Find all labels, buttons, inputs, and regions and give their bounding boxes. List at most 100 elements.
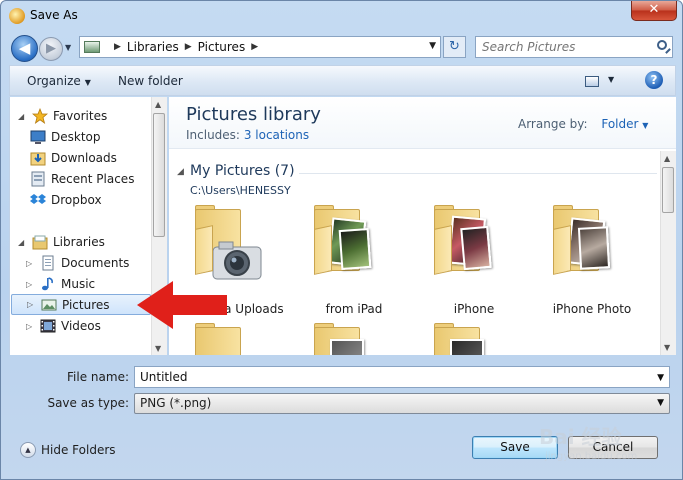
collapse-icon[interactable]: ◢ xyxy=(18,238,28,247)
folder-icon[interactable] xyxy=(434,323,504,355)
collapse-icon[interactable]: ◢ xyxy=(18,112,28,121)
refresh-button[interactable]: ↻ xyxy=(443,36,466,58)
scroll-up-icon[interactable]: ▲ xyxy=(155,100,161,109)
chevron-down-icon: ▼ xyxy=(642,121,649,130)
videos-icon xyxy=(40,319,56,333)
file-name-dropdown-icon[interactable]: ▼ xyxy=(657,368,664,388)
change-view-icon[interactable] xyxy=(585,76,599,87)
sidebar-item-libraries[interactable]: ◢ Libraries xyxy=(10,232,152,252)
scroll-up-icon[interactable]: ▲ xyxy=(664,154,670,163)
navigation-scrollbar-thumb[interactable] xyxy=(153,113,165,237)
hide-folders-icon[interactable]: ▲ xyxy=(20,442,36,458)
dropbox-icon xyxy=(30,194,46,204)
folder-back xyxy=(195,327,241,355)
expand-icon[interactable]: ▷ xyxy=(26,322,36,331)
recent-pages-dropdown-icon[interactable]: ▼ xyxy=(65,43,71,52)
file-name-input[interactable] xyxy=(140,370,640,384)
forward-button[interactable]: ▶ xyxy=(39,37,63,61)
sidebar-item-label: Dropbox xyxy=(51,193,102,207)
breadcrumb-libraries[interactable]: Libraries xyxy=(127,40,179,54)
red-pointer-arrow-icon xyxy=(137,281,227,329)
folder-front xyxy=(314,225,332,275)
save-as-dialog: Save As ✕ ◀ ▶ ▼ ▶ Libraries ▶ Pictures ▶… xyxy=(0,0,683,480)
photo-thumbnail xyxy=(577,226,611,270)
folder-icon[interactable] xyxy=(434,205,504,275)
expand-icon[interactable]: ▷ xyxy=(27,300,37,309)
scroll-down-icon[interactable]: ▼ xyxy=(155,344,161,353)
photo-thumbnail xyxy=(460,225,492,271)
includes-label: Includes: xyxy=(186,128,240,142)
expand-icon[interactable]: ▷ xyxy=(26,280,36,289)
scroll-down-icon[interactable]: ▼ xyxy=(664,343,670,352)
file-name-label: File name: xyxy=(67,370,129,384)
close-button[interactable]: ✕ xyxy=(631,1,677,21)
sidebar-item-label: Music xyxy=(61,277,96,291)
breadcrumb-separator-icon[interactable]: ▶ xyxy=(185,42,192,52)
locations-link[interactable]: 3 locations xyxy=(244,128,309,142)
folder-front xyxy=(553,225,571,275)
file-list-scrollbar-thumb[interactable] xyxy=(662,167,674,213)
sidebar-item-downloads[interactable]: Downloads xyxy=(26,148,167,168)
chevron-down-icon: ▼ xyxy=(657,398,664,408)
expand-icon[interactable]: ▷ xyxy=(26,259,36,268)
folder-label-iphone[interactable]: iPhone xyxy=(419,302,529,316)
folder-icon[interactable] xyxy=(195,205,265,280)
recent-places-icon xyxy=(31,171,45,187)
chevron-down-icon: ▼ xyxy=(84,78,91,87)
folder-icon[interactable] xyxy=(314,205,384,275)
star-icon xyxy=(32,108,48,124)
save-as-type-label: Save as type: xyxy=(47,396,129,410)
organize-label: Organize xyxy=(27,74,81,88)
watermark-text: Bai 经验 xyxy=(539,425,622,449)
sidebar-item-documents[interactable]: ▷ Documents xyxy=(20,253,162,273)
arrange-by: Arrange by: Folder ▼ xyxy=(518,117,648,131)
app-icon xyxy=(9,8,25,24)
photo-thumbnail xyxy=(338,228,372,270)
watermark-logo: Bai 经验 jingyan.baidu.com xyxy=(515,419,675,477)
hide-folders-button[interactable]: Hide Folders xyxy=(41,443,116,457)
library-title: Pictures library xyxy=(186,104,321,125)
downloads-folder-icon xyxy=(30,152,46,166)
breadcrumb-separator-icon[interactable]: ▶ xyxy=(251,42,258,52)
new-folder-button[interactable]: New folder xyxy=(118,74,183,88)
breadcrumb-pictures[interactable]: Pictures xyxy=(198,40,246,54)
arrange-value: Folder xyxy=(601,117,639,131)
sidebar-item-dropbox[interactable]: Dropbox xyxy=(26,190,167,210)
sidebar-item-label: Favorites xyxy=(53,109,108,123)
arrange-label: Arrange by: xyxy=(518,117,588,131)
address-bar[interactable]: ▶ Libraries ▶ Pictures ▶ ▼ xyxy=(79,36,441,58)
help-icon[interactable]: ? xyxy=(645,71,663,89)
folder-label-from-ipad[interactable]: from iPad xyxy=(299,302,409,316)
sidebar-item-favorites[interactable]: ◢ Favorites xyxy=(10,106,152,126)
sidebar-item-recent-places[interactable]: Recent Places xyxy=(26,169,167,189)
organize-menu[interactable]: Organize ▼ xyxy=(27,74,91,88)
sidebar-item-label: Pictures xyxy=(62,297,110,312)
sidebar-item-pictures[interactable]: ▷ Pictures xyxy=(11,294,151,315)
folder-front xyxy=(434,225,452,275)
folder-label-iphone-photo[interactable]: iPhone Photo xyxy=(537,302,647,316)
arrange-by-dropdown[interactable]: Folder ▼ xyxy=(601,117,648,131)
search-input[interactable] xyxy=(482,40,652,54)
sidebar-item-label: Libraries xyxy=(53,235,105,249)
camera-icon xyxy=(212,241,262,280)
sidebar-item-desktop[interactable]: Desktop xyxy=(26,127,167,147)
sidebar-item-label: Downloads xyxy=(51,151,117,165)
folder-icon[interactable] xyxy=(553,205,623,275)
collapse-group-icon[interactable]: ◢ xyxy=(177,167,184,177)
file-name-field[interactable]: ▼ xyxy=(134,366,670,388)
back-button[interactable]: ◀ xyxy=(11,35,38,62)
search-icon[interactable] xyxy=(657,40,667,50)
save-as-type-value: PNG (*.png) xyxy=(140,396,212,410)
address-dropdown-icon[interactable]: ▼ xyxy=(429,41,436,51)
music-icon xyxy=(42,277,53,291)
breadcrumb-separator-icon[interactable]: ▶ xyxy=(114,42,121,52)
file-list-pane: Pictures library Includes: 3 locations A… xyxy=(169,97,676,355)
save-as-type-select[interactable]: PNG (*.png) ▼ xyxy=(134,393,670,414)
photo-thumbnail xyxy=(450,339,484,355)
title-bar: Save As ✕ xyxy=(1,1,682,31)
group-title[interactable]: My Pictures (7) xyxy=(190,163,295,179)
view-options-dropdown-icon[interactable]: ▼ xyxy=(608,75,614,84)
search-box[interactable] xyxy=(475,36,673,58)
folder-icon[interactable] xyxy=(314,323,384,355)
group-path: C:\Users\HENESSY xyxy=(190,184,291,197)
